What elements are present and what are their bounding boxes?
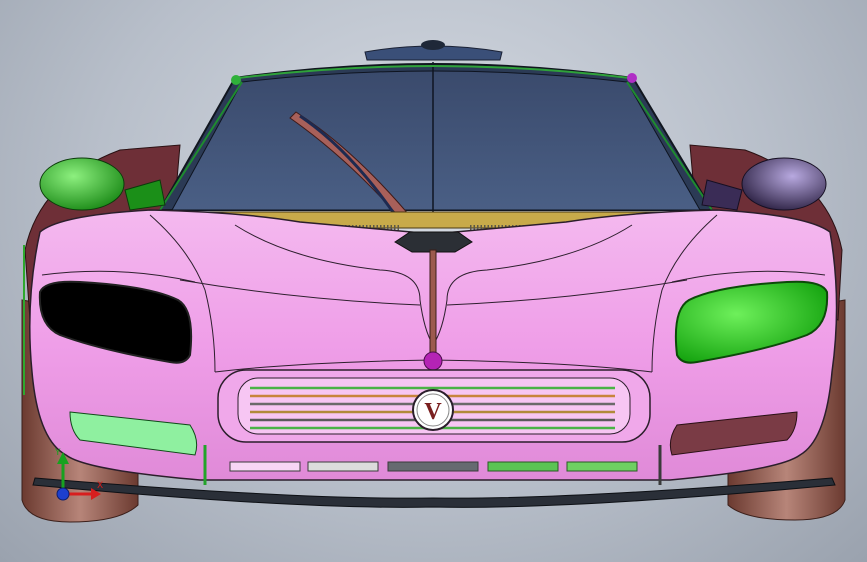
hood-ornament-base[interactable] (394, 231, 473, 253)
pillar-marker-right (627, 73, 637, 83)
pillar-marker-left (231, 75, 241, 85)
triad-y-label: Y (54, 448, 61, 458)
brand-emblem[interactable]: V (412, 389, 454, 431)
hood-ornament-stem (429, 249, 437, 356)
windshield (171, 70, 701, 211)
hood-ornament-knob[interactable] (423, 351, 443, 371)
model-viewport[interactable]: V Y X (0, 0, 867, 562)
triad-x-label: X (97, 481, 103, 491)
antenna-base (421, 40, 445, 50)
view-orientation-triad[interactable]: Y X (35, 442, 105, 512)
lower-intakes (229, 461, 638, 472)
car-model[interactable]: V (0, 0, 867, 562)
front-splitter[interactable] (32, 477, 836, 508)
emblem-letter: V (424, 399, 442, 425)
triad-z-axis (56, 487, 70, 501)
